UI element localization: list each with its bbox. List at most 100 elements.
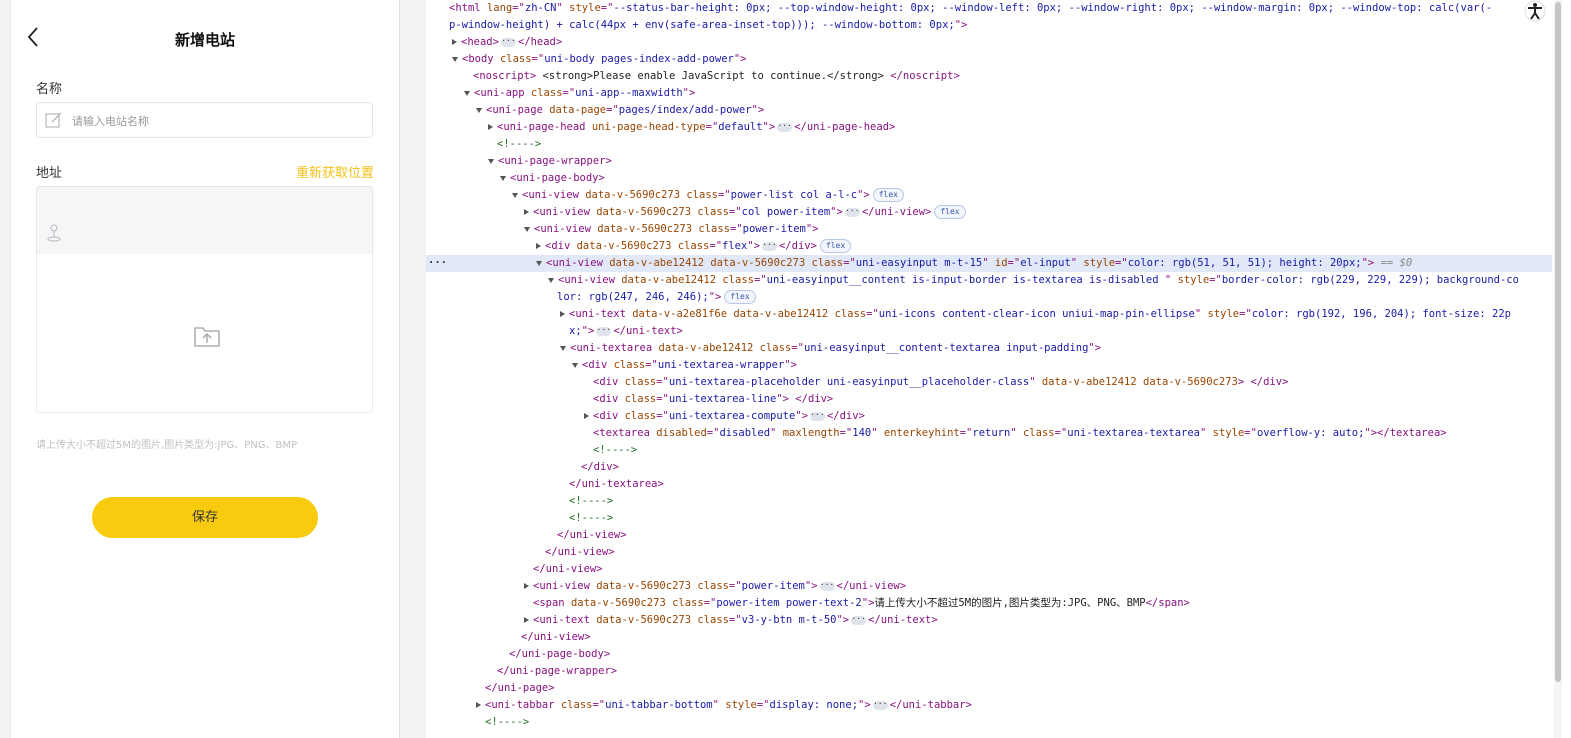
expand-triangle-closed-icon[interactable] bbox=[524, 583, 529, 589]
upload-folder-icon[interactable] bbox=[193, 324, 221, 348]
expand-triangle-open-icon[interactable] bbox=[524, 226, 530, 232]
dom-node-line[interactable]: <!----> bbox=[426, 442, 1552, 459]
save-button[interactable]: 保存 bbox=[92, 497, 318, 538]
expand-triangle-open-icon[interactable] bbox=[500, 175, 506, 181]
dom-node-line[interactable]: <uni-view data-v-5690c273 class="power-i… bbox=[426, 578, 1552, 595]
dom-node-line[interactable]: <div class="uni-textarea-line"> </div> bbox=[426, 391, 1552, 408]
dom-text: return bbox=[972, 427, 1011, 439]
dom-node-line[interactable]: </uni-page> bbox=[426, 680, 1552, 697]
dom-node-line[interactable]: <!----> bbox=[426, 714, 1552, 731]
dom-node-line[interactable]: <noscript> <strong>Please enable JavaScr… bbox=[426, 68, 1552, 85]
flex-badge[interactable]: flex bbox=[872, 188, 904, 202]
dom-text: </span> bbox=[1145, 597, 1190, 609]
dom-node-line[interactable]: <div class="uni-textarea-placeholder uni… bbox=[426, 374, 1552, 391]
dom-node-line[interactable]: </uni-view> bbox=[426, 527, 1552, 544]
collapsed-ellipsis-button[interactable]: ··· bbox=[872, 699, 888, 710]
expand-triangle-closed-icon[interactable] bbox=[584, 413, 589, 419]
dom-node-line[interactable]: <uni-tabbar class="uni-tabbar-bottom" st… bbox=[426, 697, 1552, 714]
flex-badge[interactable]: flex bbox=[724, 290, 756, 304]
flex-badge[interactable]: flex bbox=[934, 205, 966, 219]
dom-node-line[interactable]: <body class="uni-body pages-index-add-po… bbox=[426, 51, 1552, 68]
dom-node-line[interactable]: <uni-view data-v-5690c273 class="power-i… bbox=[426, 221, 1552, 238]
dom-text: </head> bbox=[517, 36, 563, 48]
relocate-button[interactable]: 重新获取位置 bbox=[296, 162, 374, 181]
expand-triangle-closed-icon[interactable] bbox=[560, 311, 565, 317]
expand-triangle-open-icon[interactable] bbox=[572, 362, 578, 368]
expand-triangle-open-icon[interactable] bbox=[464, 90, 470, 96]
dom-node-line[interactable]: <uni-page-body> bbox=[426, 170, 1552, 187]
name-field[interactable] bbox=[36, 102, 373, 139]
dom-node-line[interactable]: <uni-view data-v-5690c273 class="power-l… bbox=[426, 187, 1552, 204]
collapsed-ellipsis-button[interactable]: ··· bbox=[809, 410, 825, 421]
node-actions-icon[interactable]: ··· bbox=[428, 255, 447, 272]
expand-triangle-open-icon[interactable] bbox=[488, 158, 494, 164]
collapsed-ellipsis-button[interactable]: ··· bbox=[500, 36, 516, 47]
dom-node-line[interactable]: ··· <uni-view data-v-abe12412 data-v-5690… bbox=[426, 255, 1552, 272]
expand-triangle-open-icon[interactable] bbox=[560, 345, 566, 351]
expand-triangle-closed-icon[interactable] bbox=[524, 209, 529, 215]
scrollbar-thumb[interactable] bbox=[1555, 2, 1561, 682]
dom-node-line[interactable]: </uni-page-body> bbox=[426, 646, 1552, 663]
dom-node-line[interactable]: <uni-view data-v-5690c273 class="col pow… bbox=[426, 204, 1552, 221]
dom-node-line[interactable]: <uni-page-head uni-page-head-type="defau… bbox=[426, 119, 1552, 136]
dom-node-line[interactable]: <!----> bbox=[426, 510, 1552, 527]
station-name-input[interactable] bbox=[70, 103, 364, 139]
dom-text: =" bbox=[1239, 308, 1252, 320]
dom-text: </uni-text> bbox=[613, 325, 683, 337]
dom-node-line[interactable]: <div class="uni-textarea-wrapper"> bbox=[426, 357, 1552, 374]
dom-node-line[interactable]: <uni-textarea data-v-abe12412 class="uni… bbox=[426, 340, 1552, 357]
dom-node-line[interactable]: <uni-text data-v-5690c273 class="v3-y-bt… bbox=[426, 612, 1552, 629]
collapsed-ellipsis-button[interactable]: ··· bbox=[777, 121, 793, 132]
expand-triangle-open-icon[interactable] bbox=[536, 260, 542, 266]
flex-badge[interactable]: flex bbox=[819, 239, 852, 253]
expand-triangle-closed-icon[interactable] bbox=[524, 617, 529, 623]
scrollbar[interactable] bbox=[1554, 0, 1562, 738]
dom-node-line[interactable]: </uni-view> bbox=[426, 629, 1552, 646]
accessibility-button[interactable] bbox=[1521, 0, 1549, 24]
dom-node-line[interactable]: </uni-page-wrapper> bbox=[426, 663, 1552, 680]
dom-node-line[interactable]: lor: rgb(247, 246, 246);"> flex bbox=[426, 289, 1552, 306]
dom-node-line[interactable]: p-window-height) + calc(44px + env(safe-… bbox=[426, 17, 1552, 34]
dom-node-line[interactable]: <div data-v-5690c273 class="flex"> ··· </d… bbox=[426, 238, 1552, 255]
expand-triangle-closed-icon[interactable] bbox=[452, 39, 457, 45]
dom-node-line[interactable]: </uni-view> bbox=[426, 544, 1552, 561]
dom-node-line[interactable]: <uni-page-wrapper> bbox=[426, 153, 1552, 170]
dom-tree[interactable]: <html lang="zh-CN" style="--status-bar-h… bbox=[426, 0, 1552, 738]
dom-node-line[interactable]: <uni-view data-v-abe12412 class="uni-eas… bbox=[426, 272, 1552, 289]
dom-node-line[interactable]: <html lang="zh-CN" style="--status-bar-h… bbox=[426, 0, 1552, 17]
dom-text: class bbox=[624, 376, 657, 388]
expand-triangle-closed-icon[interactable] bbox=[488, 124, 493, 130]
dom-node-line[interactable]: <div class="uni-textarea-compute"> ··· </d… bbox=[426, 408, 1552, 425]
image-upload-area[interactable] bbox=[36, 254, 373, 413]
dom-text: <uni-app bbox=[474, 87, 531, 99]
dom-text: style bbox=[1177, 274, 1210, 286]
collapsed-ellipsis-button[interactable]: ··· bbox=[596, 325, 612, 336]
dom-node-line[interactable]: <uni-text data-v-a2e81f6e data-v-abe1241… bbox=[426, 306, 1552, 323]
dom-node-line[interactable]: <uni-page data-page="pages/index/add-pow… bbox=[426, 102, 1552, 119]
collapsed-ellipsis-button[interactable]: ··· bbox=[851, 614, 867, 625]
dom-text: class bbox=[624, 410, 657, 422]
expand-triangle-open-icon[interactable] bbox=[476, 107, 482, 113]
dom-node-line[interactable]: </uni-view> bbox=[426, 561, 1552, 578]
expand-triangle-open-icon[interactable] bbox=[548, 277, 554, 283]
collapsed-ellipsis-button[interactable]: ··· bbox=[761, 240, 777, 251]
dom-node-line[interactable]: <uni-app class="uni-app--maxwidth"> bbox=[426, 85, 1552, 102]
dom-node-line[interactable]: <textarea disabled="disabled" maxlength=… bbox=[426, 425, 1552, 442]
dom-text: style bbox=[725, 699, 757, 711]
expand-triangle-open-icon[interactable] bbox=[452, 56, 458, 62]
dom-node-line[interactable]: x;"> ··· </uni-text> bbox=[426, 323, 1552, 340]
dom-text: <!----> bbox=[485, 716, 530, 728]
dom-node-line[interactable]: <!----> bbox=[426, 493, 1552, 510]
expand-triangle-closed-icon[interactable] bbox=[476, 702, 481, 708]
dom-node-line[interactable]: </div> bbox=[426, 459, 1552, 476]
dom-node-line[interactable]: <!----> bbox=[426, 136, 1552, 153]
dom-node-line[interactable]: <head> ··· </head> bbox=[426, 34, 1552, 51]
collapsed-ellipsis-button[interactable]: ··· bbox=[819, 580, 835, 591]
dom-node-line[interactable]: </uni-textarea> bbox=[426, 476, 1552, 493]
expand-triangle-open-icon[interactable] bbox=[512, 192, 518, 198]
dom-text: power-item power-text-2 bbox=[716, 597, 862, 609]
expand-triangle-closed-icon[interactable] bbox=[536, 243, 541, 249]
dom-node-line[interactable]: <span data-v-5690c273 class="power-item … bbox=[426, 595, 1552, 612]
dom-text: =" bbox=[728, 614, 742, 626]
collapsed-ellipsis-button[interactable]: ··· bbox=[844, 206, 860, 217]
